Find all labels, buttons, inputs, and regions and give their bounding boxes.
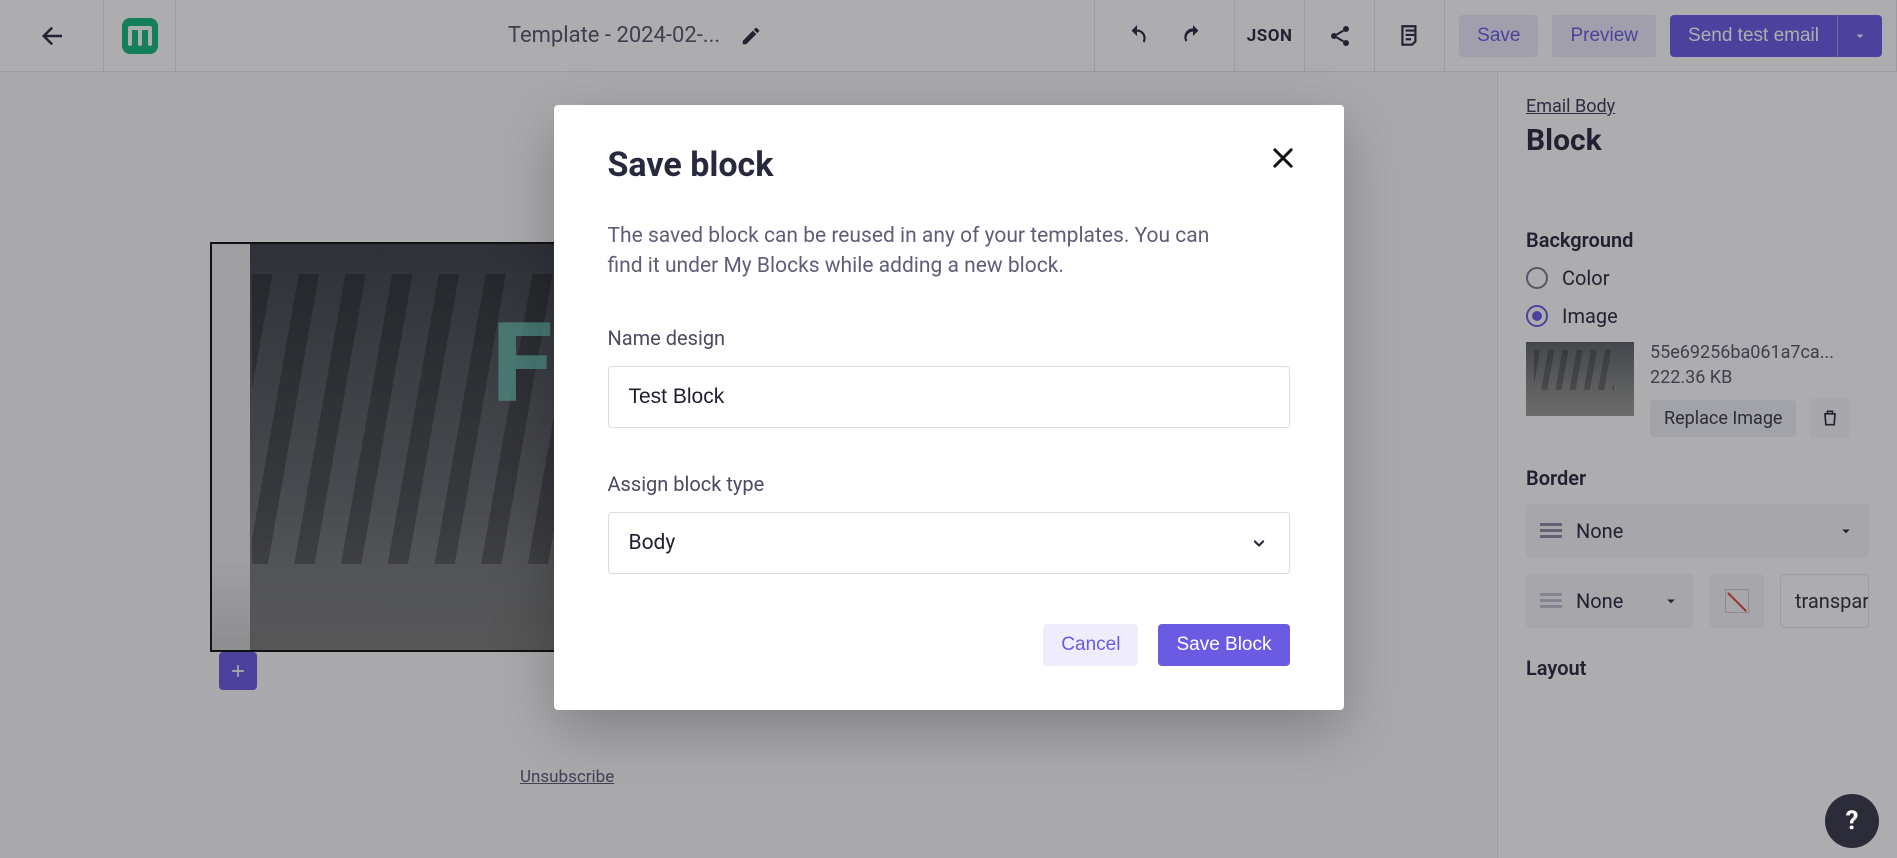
save-block-modal: Save block The saved block can be reused… [554, 105, 1344, 710]
block-type-select[interactable]: Body [608, 512, 1290, 574]
cancel-button[interactable]: Cancel [1043, 624, 1138, 666]
save-block-button[interactable]: Save Block [1158, 624, 1289, 666]
modal-description: The saved block can be reused in any of … [608, 221, 1248, 282]
modal-overlay[interactable]: Save block The saved block can be reused… [0, 0, 1897, 858]
help-fab[interactable]: ? [1825, 794, 1879, 848]
block-type-value: Body [629, 531, 676, 555]
name-design-label: Name design [608, 326, 1290, 350]
modal-title: Save block [608, 145, 1290, 185]
close-icon[interactable] [1266, 141, 1300, 175]
name-design-input[interactable] [608, 366, 1290, 428]
block-type-label: Assign block type [608, 472, 1290, 496]
chevron-down-icon [1249, 533, 1269, 553]
